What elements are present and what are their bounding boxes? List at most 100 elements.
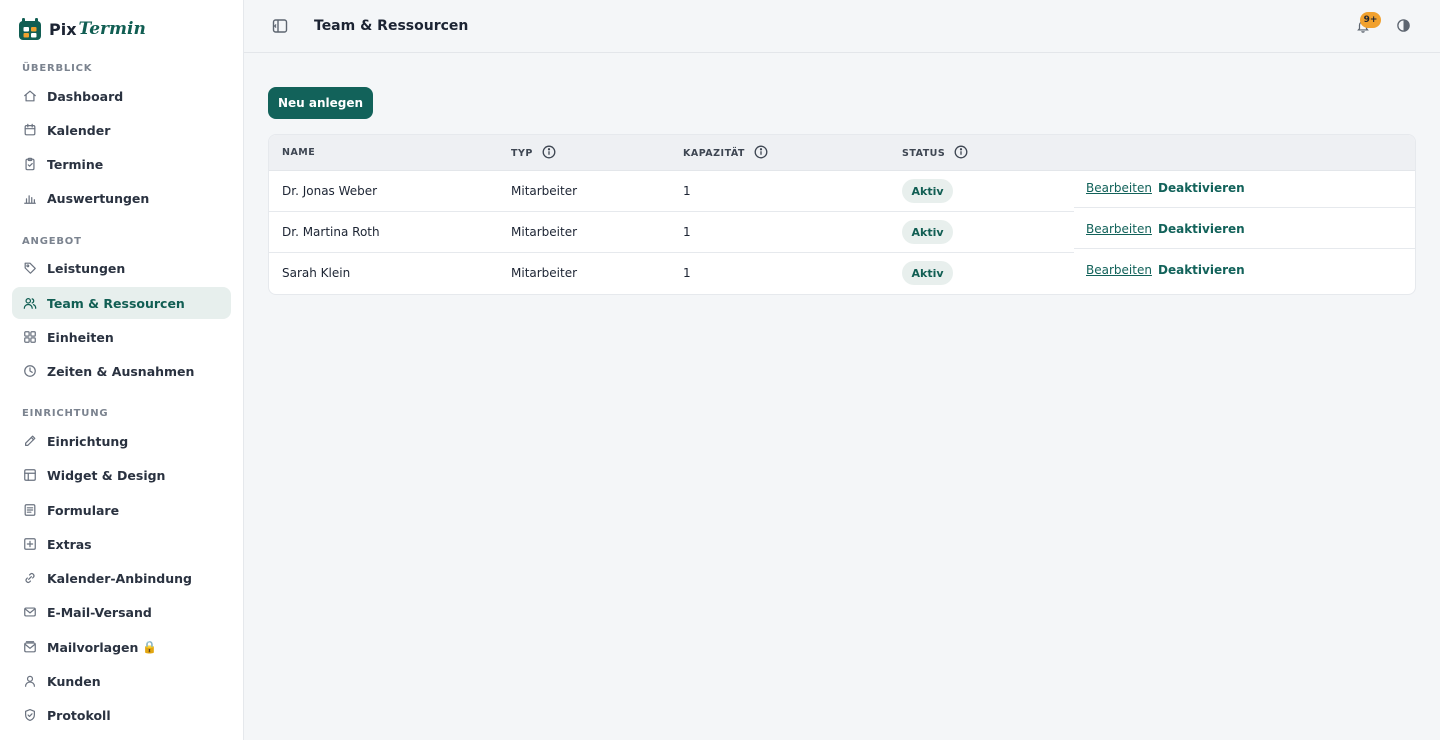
theme-toggle-button[interactable] [1396, 18, 1414, 36]
sidebar-item-auswertungen[interactable]: Auswertungen [12, 182, 231, 214]
sidebar-item-kunden[interactable]: Kunden [12, 665, 231, 697]
edit-link[interactable]: Bearbeiten [1086, 222, 1152, 236]
edit-link[interactable]: Bearbeiten [1086, 181, 1152, 195]
layout-icon [22, 467, 38, 483]
page-title: Team & Ressourcen [314, 18, 469, 34]
status-badge: Aktiv [902, 220, 953, 244]
sidebar-item-team-ressourcen[interactable]: Team & Ressourcen [12, 287, 231, 319]
pencil-icon [22, 433, 38, 449]
status-badge: Aktiv [902, 179, 953, 203]
sidebar-item-mailvorlagen[interactable]: Mailvorlagen 🔒 [12, 631, 231, 663]
brand-name-termin: Termin [78, 19, 146, 39]
sidebar-item-einheiten[interactable]: Einheiten [12, 321, 231, 353]
column-header-label: STATUS [902, 147, 946, 159]
cell-name: Dr. Jonas Weber [282, 184, 378, 198]
sidebar-item-label: Dashboard [47, 88, 124, 104]
sidebar-item-email-versand[interactable]: E-Mail-Versand [12, 596, 231, 628]
users-icon [22, 295, 38, 311]
sidebar-item-protokoll[interactable]: Protokoll [12, 699, 231, 731]
cell-type: Mitarbeiter [511, 225, 578, 239]
info-icon[interactable] [754, 145, 768, 159]
lock-icon: 🔒 [142, 640, 158, 654]
bar-chart-icon [22, 190, 38, 206]
column-header-label: NAME [282, 147, 316, 158]
team-table: NAME TYP KAPAZITÄT STATUS Dr. Jonas Webe… [268, 134, 1416, 295]
cell-capacity: 1 [683, 184, 691, 198]
sidebar-item-label: Kalender [47, 122, 111, 138]
table-row: Dr. Martina Roth Mitarbeiter 1 Aktiv Bea… [269, 212, 1415, 253]
sidebar-item-label: Protokoll [47, 707, 111, 723]
sidebar-item-kalender[interactable]: Kalender [12, 114, 231, 146]
info-icon[interactable] [542, 145, 556, 159]
sidebar-item-widget-design[interactable]: Widget & Design [12, 459, 231, 491]
link-icon [22, 570, 38, 586]
sidebar-item-einrichtung[interactable]: Einrichtung [12, 425, 231, 457]
home-icon [22, 88, 38, 104]
grid-icon [22, 329, 38, 345]
form-icon [22, 502, 38, 518]
plus-square-icon [22, 536, 38, 552]
column-header-label: KAPAZITÄT [683, 147, 745, 159]
sidebar-item-kalender-anbindung[interactable]: Kalender-Anbindung [12, 562, 231, 594]
clipboard-icon [22, 156, 38, 172]
sidebar-item-label: Kalender-Anbindung [47, 570, 192, 586]
cell-capacity: 1 [683, 266, 691, 280]
brand-name-pix: Pix [49, 19, 77, 39]
notification-badge: 9+ [1360, 12, 1381, 28]
status-badge: Aktiv [902, 261, 953, 285]
sidebar-item-leistungen[interactable]: Leistungen [12, 252, 231, 284]
sidebar-item-zeiten-ausnahmen[interactable]: Zeiten & Ausnahmen [12, 355, 231, 387]
table-row: Sarah Klein Mitarbeiter 1 Aktiv Bearbeit… [269, 253, 1415, 294]
column-header-name[interactable]: NAME [282, 147, 315, 158]
calendar-icon [22, 122, 38, 138]
shield-icon [22, 707, 38, 723]
sidebar-item-label: E-Mail-Versand [47, 604, 152, 620]
deactivate-link[interactable]: Deaktivieren [1158, 263, 1245, 277]
sidebar-item-label: Einheiten [47, 329, 114, 345]
sidebar-item-label: Leistungen [47, 260, 126, 276]
column-header-kapazitaet[interactable]: KAPAZITÄT [683, 145, 768, 159]
edit-link[interactable]: Bearbeiten [1086, 263, 1152, 277]
mail-template-icon [22, 639, 38, 655]
column-header-label: TYP [511, 147, 533, 159]
sidebar-item-label: Team & Ressourcen [47, 295, 185, 311]
deactivate-link[interactable]: Deaktivieren [1158, 181, 1245, 195]
sidebar-item-label: Auswertungen [47, 190, 150, 206]
sidebar-item-label: Termine [47, 156, 104, 172]
row-divider [1074, 248, 1415, 249]
tag-icon [22, 260, 38, 276]
sidebar: Pix Termin ÜBERBLICK Dashboard Kalender … [0, 0, 244, 740]
cell-name: Dr. Martina Roth [282, 225, 380, 239]
sidebar-item-label: Widget & Design [47, 467, 166, 483]
sidebar-item-label: Kunden [47, 673, 101, 689]
sidebar-item-extras[interactable]: Extras [12, 528, 231, 560]
sidebar-item-dashboard[interactable]: Dashboard [12, 80, 231, 112]
cell-capacity: 1 [683, 225, 691, 239]
calendar-logo-icon [19, 18, 41, 40]
row-divider [1074, 207, 1415, 208]
cell-name: Sarah Klein [282, 266, 351, 280]
sidebar-item-label: Formulare [47, 502, 120, 518]
sidebar-item-label: Extras [47, 536, 92, 552]
info-icon[interactable] [954, 145, 968, 159]
column-header-typ[interactable]: TYP [511, 145, 556, 159]
sidebar-item-label: Einrichtung [47, 433, 129, 449]
table-header: NAME TYP KAPAZITÄT STATUS [269, 135, 1415, 171]
new-entry-button[interactable]: Neu anlegen [268, 87, 373, 119]
section-title-angebot: ANGEBOT [22, 236, 82, 247]
sidebar-item-termine[interactable]: Termine [12, 148, 231, 180]
sidebar-item-formulare[interactable]: Formulare [12, 494, 231, 526]
brand-logo[interactable]: Pix Termin [18, 16, 146, 42]
sidebar-toggle-icon [272, 19, 288, 33]
mail-icon [22, 604, 38, 620]
user-icon [22, 673, 38, 689]
sidebar-item-label: Mailvorlagen [47, 639, 139, 655]
clock-icon [22, 363, 38, 379]
cell-type: Mitarbeiter [511, 184, 578, 198]
column-header-status[interactable]: STATUS [902, 145, 968, 159]
deactivate-link[interactable]: Deaktivieren [1158, 222, 1245, 236]
sidebar-toggle-button[interactable] [272, 18, 290, 36]
table-row: Dr. Jonas Weber Mitarbeiter 1 Aktiv Bear… [269, 171, 1415, 212]
section-title-ueberblick: ÜBERBLICK [22, 63, 93, 74]
contrast-icon [1397, 19, 1410, 32]
